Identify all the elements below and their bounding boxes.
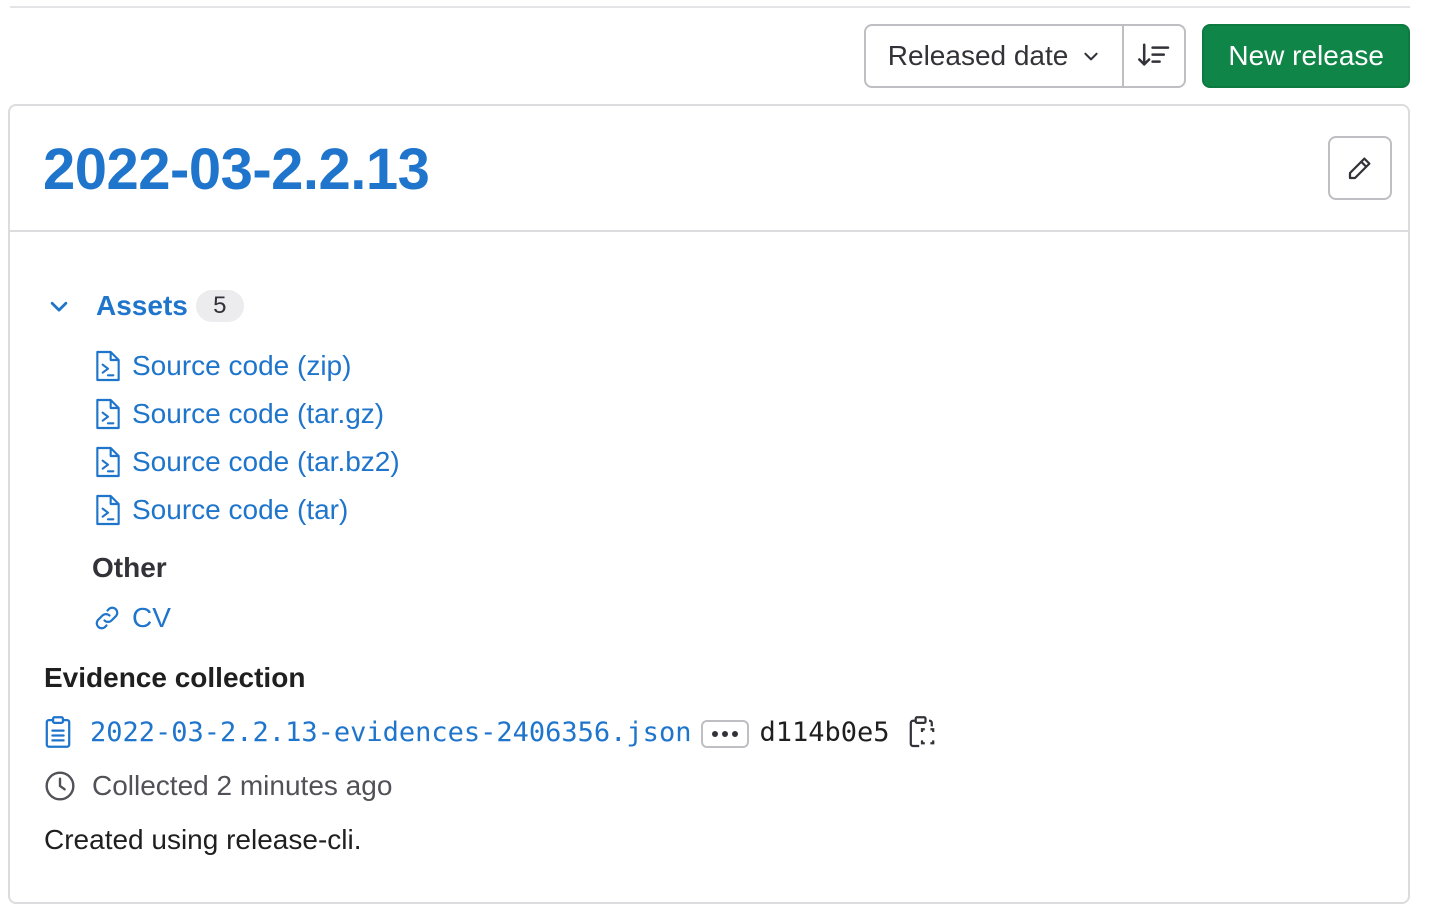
ellipsis-dot [732, 731, 739, 737]
list-item: Source code (tar) [94, 486, 400, 534]
pencil-icon [1348, 157, 1371, 180]
evidence-item: 2022-03-2.2.13-evidences-2406356.json d1… [44, 708, 936, 756]
source-code-targz-link[interactable]: Source code (tar.gz) [94, 390, 400, 438]
list-item: Source code (zip) [94, 342, 400, 390]
new-release-button[interactable]: New release [1202, 24, 1410, 88]
assets-label: Assets [96, 290, 188, 321]
copy-to-clipboard-icon [909, 716, 934, 748]
sort-lowest-icon [1138, 43, 1170, 66]
asset-link-label: Source code (zip) [132, 350, 352, 381]
evidence-heading: Evidence collection [44, 662, 306, 693]
expand-sha-button[interactable] [701, 720, 750, 748]
assets-collapse-toggle[interactable]: Assets 5 [48, 290, 244, 322]
doc-code-icon [96, 494, 120, 526]
ellipsis-dot [712, 731, 719, 737]
source-asset-list: Source code (zip) Source code (tar.gz) S… [94, 342, 400, 534]
evidence-collected-time: Collected 2 minutes ago [44, 762, 392, 810]
evidence-sha: d114b0e5 [759, 716, 890, 748]
asset-link-label: Source code (tar.gz) [132, 398, 385, 429]
source-code-tarbz2-link[interactable]: Source code (tar.bz2) [94, 438, 400, 486]
collected-text: Collected 2 minutes ago [92, 770, 393, 801]
release-title-link[interactable]: 2022-03-2.2.13 [43, 136, 430, 203]
list-item: Source code (tar.gz) [94, 390, 400, 438]
ellipsis-dot [722, 731, 729, 737]
release-toolbar: Released date New release [863, 24, 1410, 88]
cv-link[interactable]: CV [92, 594, 171, 642]
doc-code-icon [96, 350, 120, 382]
sort-by-label: Released date [887, 40, 1069, 71]
top-divider [10, 6, 1410, 8]
release-card-header: 2022-03-2.2.13 [10, 106, 1408, 232]
sort-direction-button[interactable] [1124, 26, 1184, 86]
doc-code-icon [96, 446, 120, 478]
source-code-zip-link[interactable]: Source code (zip) [94, 342, 400, 390]
release-description: Created using release-cli. [44, 824, 362, 855]
asset-link-label: Source code (tar) [132, 494, 349, 525]
clipboard-icon [45, 716, 71, 748]
other-link-label: CV [132, 602, 171, 633]
evidence-file-link[interactable]: 2022-03-2.2.13-evidences-2406356.json [90, 717, 691, 748]
source-code-tar-link[interactable]: Source code (tar) [94, 486, 400, 534]
copy-sha-button[interactable] [908, 715, 936, 749]
link-icon [95, 606, 119, 630]
asset-link-label: Source code (tar.bz2) [132, 446, 400, 477]
chevron-down-icon [1084, 52, 1098, 61]
list-item: Source code (tar.bz2) [94, 438, 400, 486]
assets-count-badge: 5 [195, 290, 244, 322]
chevron-down-icon [50, 301, 68, 312]
clock-icon [45, 771, 75, 801]
edit-release-button[interactable] [1328, 136, 1392, 200]
sort-control: Released date [863, 24, 1187, 88]
sort-by-dropdown[interactable]: Released date [866, 26, 1125, 86]
doc-code-icon [96, 398, 120, 430]
other-assets-heading: Other [92, 552, 167, 583]
release-card: 2022-03-2.2.13 Assets 5 Source code (zip… [8, 104, 1410, 904]
